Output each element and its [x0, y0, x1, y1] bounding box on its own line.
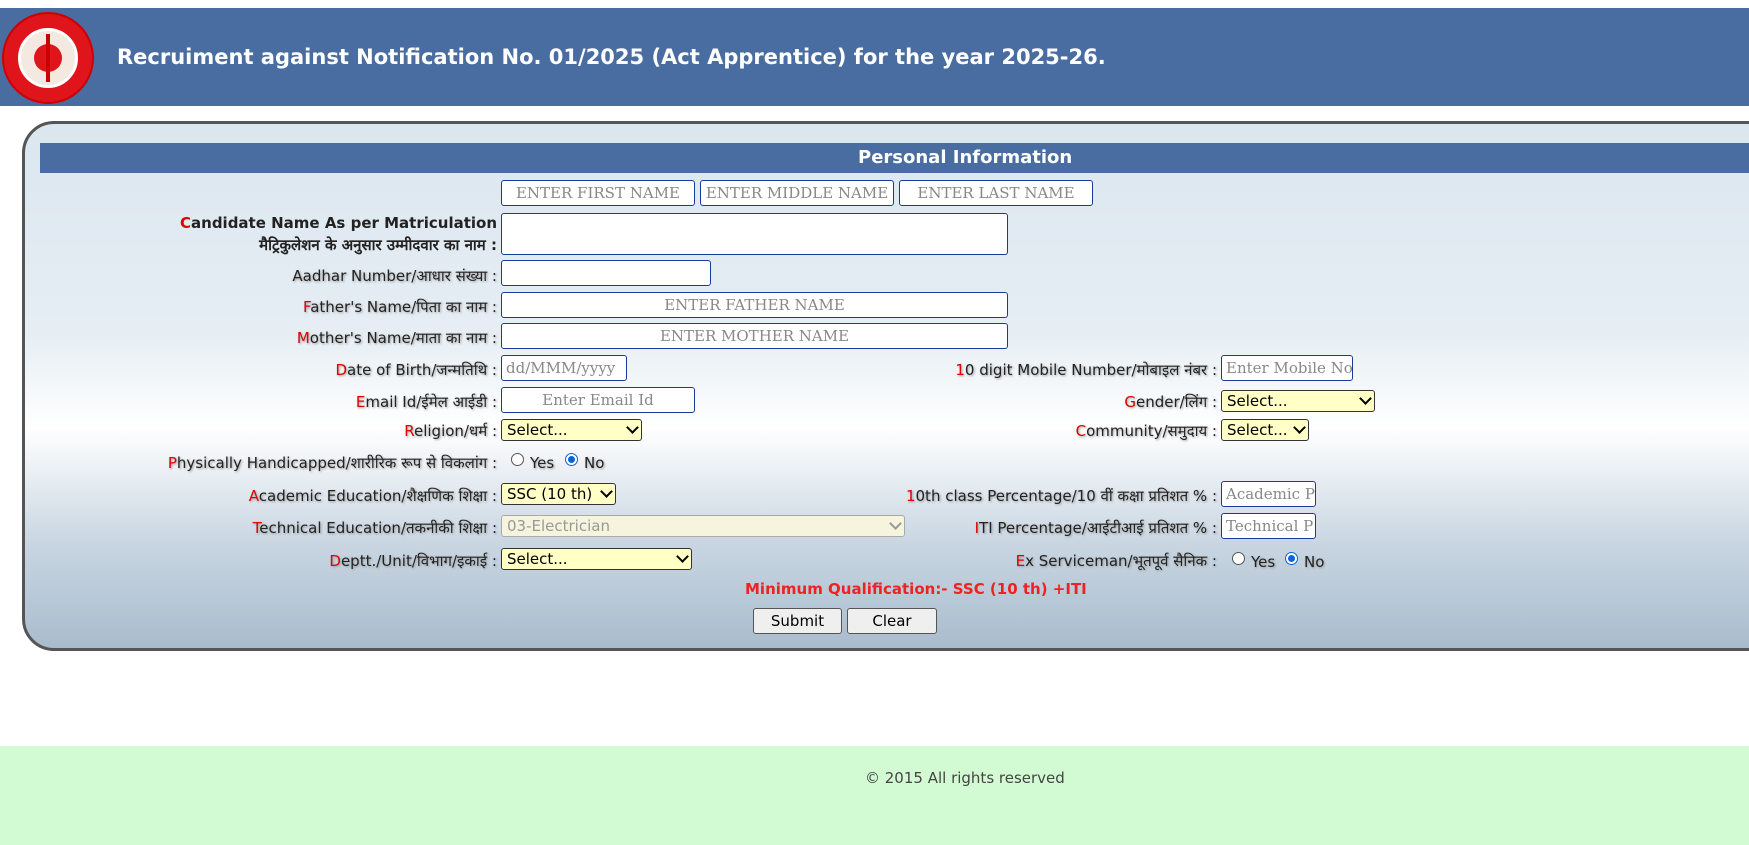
- indian-railways-logo: [2, 12, 94, 104]
- gender-select[interactable]: Select...: [1221, 390, 1375, 412]
- first-name-input[interactable]: ENTER FIRST NAME: [501, 180, 695, 206]
- ph-yes-radio[interactable]: [511, 453, 524, 466]
- technical-education-label: Technical Education/तकनीकी शिक्षा :: [252, 519, 497, 537]
- religion-select[interactable]: Select...: [501, 419, 642, 441]
- top-strip: [0, 0, 1749, 8]
- exs-yes-label: Yes: [1251, 553, 1276, 571]
- physically-handicapped-label: Physically Handicapped/शारीरिक रूप से वि…: [167, 454, 497, 472]
- academic-education-label: Academic Education/शैक्षणिक शिक्षा :: [248, 487, 497, 505]
- father-name-label: Father's Name/पिता का नाम :: [302, 298, 497, 316]
- email-label: Email Id/ईमेल आईडी :: [355, 393, 497, 411]
- dob-input[interactable]: dd/MMM/yyyy: [501, 355, 627, 381]
- dob-label: Date of Birth/जन्मतिथि :: [335, 361, 497, 379]
- dept-unit-select[interactable]: Select...: [501, 548, 692, 570]
- copyright-text: © 2015 All rights reserved: [865, 769, 1065, 787]
- community-label: Community/समुदाय :: [1075, 422, 1217, 440]
- mobile-input[interactable]: Enter Mobile No: [1221, 355, 1353, 381]
- technical-education-select[interactable]: 03-Electrician: [501, 515, 905, 537]
- iti-percentage-label: ITI Percentage/आईटीआई प्रतिशत % :: [974, 519, 1217, 537]
- section-title: Personal Information: [858, 147, 1073, 168]
- aadhar-input[interactable]: [501, 260, 711, 286]
- chevron-down-icon: [676, 550, 689, 563]
- candidate-name-label: Candidate Name As per Matriculation: [180, 214, 497, 232]
- exs-yes-radio[interactable]: [1232, 552, 1245, 565]
- chevron-down-icon: [600, 485, 613, 498]
- page-title: Recruiment against Notification No. 01/2…: [117, 45, 1106, 69]
- candidate-name-hindi-label: मैट्रिकुलेशन के अनुसार उम्मीदवार का नाम …: [259, 236, 497, 254]
- dept-unit-label: Deptt./Unit/विभाग/इकाई :: [329, 552, 497, 570]
- chevron-down-icon: [1359, 392, 1372, 405]
- chevron-down-icon: [1293, 421, 1306, 434]
- mother-name-input[interactable]: ENTER MOTHER NAME: [501, 323, 1008, 349]
- email-input[interactable]: Enter Email Id: [501, 387, 695, 413]
- page-footer: © 2015 All rights reserved: [0, 746, 1749, 845]
- submit-button[interactable]: Submit: [753, 608, 842, 634]
- academic-education-select[interactable]: SSC (10 th): [501, 483, 616, 505]
- iti-percentage-input[interactable]: Technical P: [1221, 513, 1316, 539]
- tenth-percentage-label: 10th class Percentage/10 वीं कक्षा प्रति…: [905, 487, 1217, 505]
- father-name-input[interactable]: ENTER FATHER NAME: [501, 292, 1008, 318]
- ex-serviceman-label: Ex Serviceman/भूतपूर्व सैनिक :: [1015, 552, 1217, 570]
- page-header: Recruiment against Notification No. 01/2…: [0, 8, 1749, 106]
- candidate-name-input[interactable]: [501, 213, 1008, 255]
- minimum-qualification-note: Minimum Qualification:- SSC (10 th) +ITI: [745, 580, 1087, 598]
- aadhar-label: Aadhar Number/आधार संख्या :: [292, 267, 497, 285]
- ph-no-label: No: [584, 454, 605, 472]
- community-select[interactable]: Select...: [1221, 419, 1309, 441]
- ph-no-radio[interactable]: [565, 453, 578, 466]
- chevron-down-icon: [889, 517, 902, 530]
- clear-button[interactable]: Clear: [847, 608, 937, 634]
- mother-name-label: Mother's Name/माता का नाम :: [296, 329, 497, 347]
- ph-yes-label: Yes: [530, 454, 555, 472]
- chevron-down-icon: [626, 421, 639, 434]
- last-name-input[interactable]: ENTER LAST NAME: [899, 180, 1093, 206]
- section-header: Personal Information: [40, 143, 1749, 173]
- middle-name-input[interactable]: ENTER MIDDLE NAME: [700, 180, 894, 206]
- gender-label: Gender/लिंग :: [1124, 393, 1217, 411]
- tenth-percentage-input[interactable]: Academic P: [1221, 481, 1316, 507]
- exs-no-label: No: [1304, 553, 1325, 571]
- religion-label: Religion/धर्म :: [404, 422, 497, 440]
- mobile-label: 10 digit Mobile Number/मोबाइल नंबर :: [955, 361, 1217, 379]
- exs-no-radio[interactable]: [1285, 552, 1298, 565]
